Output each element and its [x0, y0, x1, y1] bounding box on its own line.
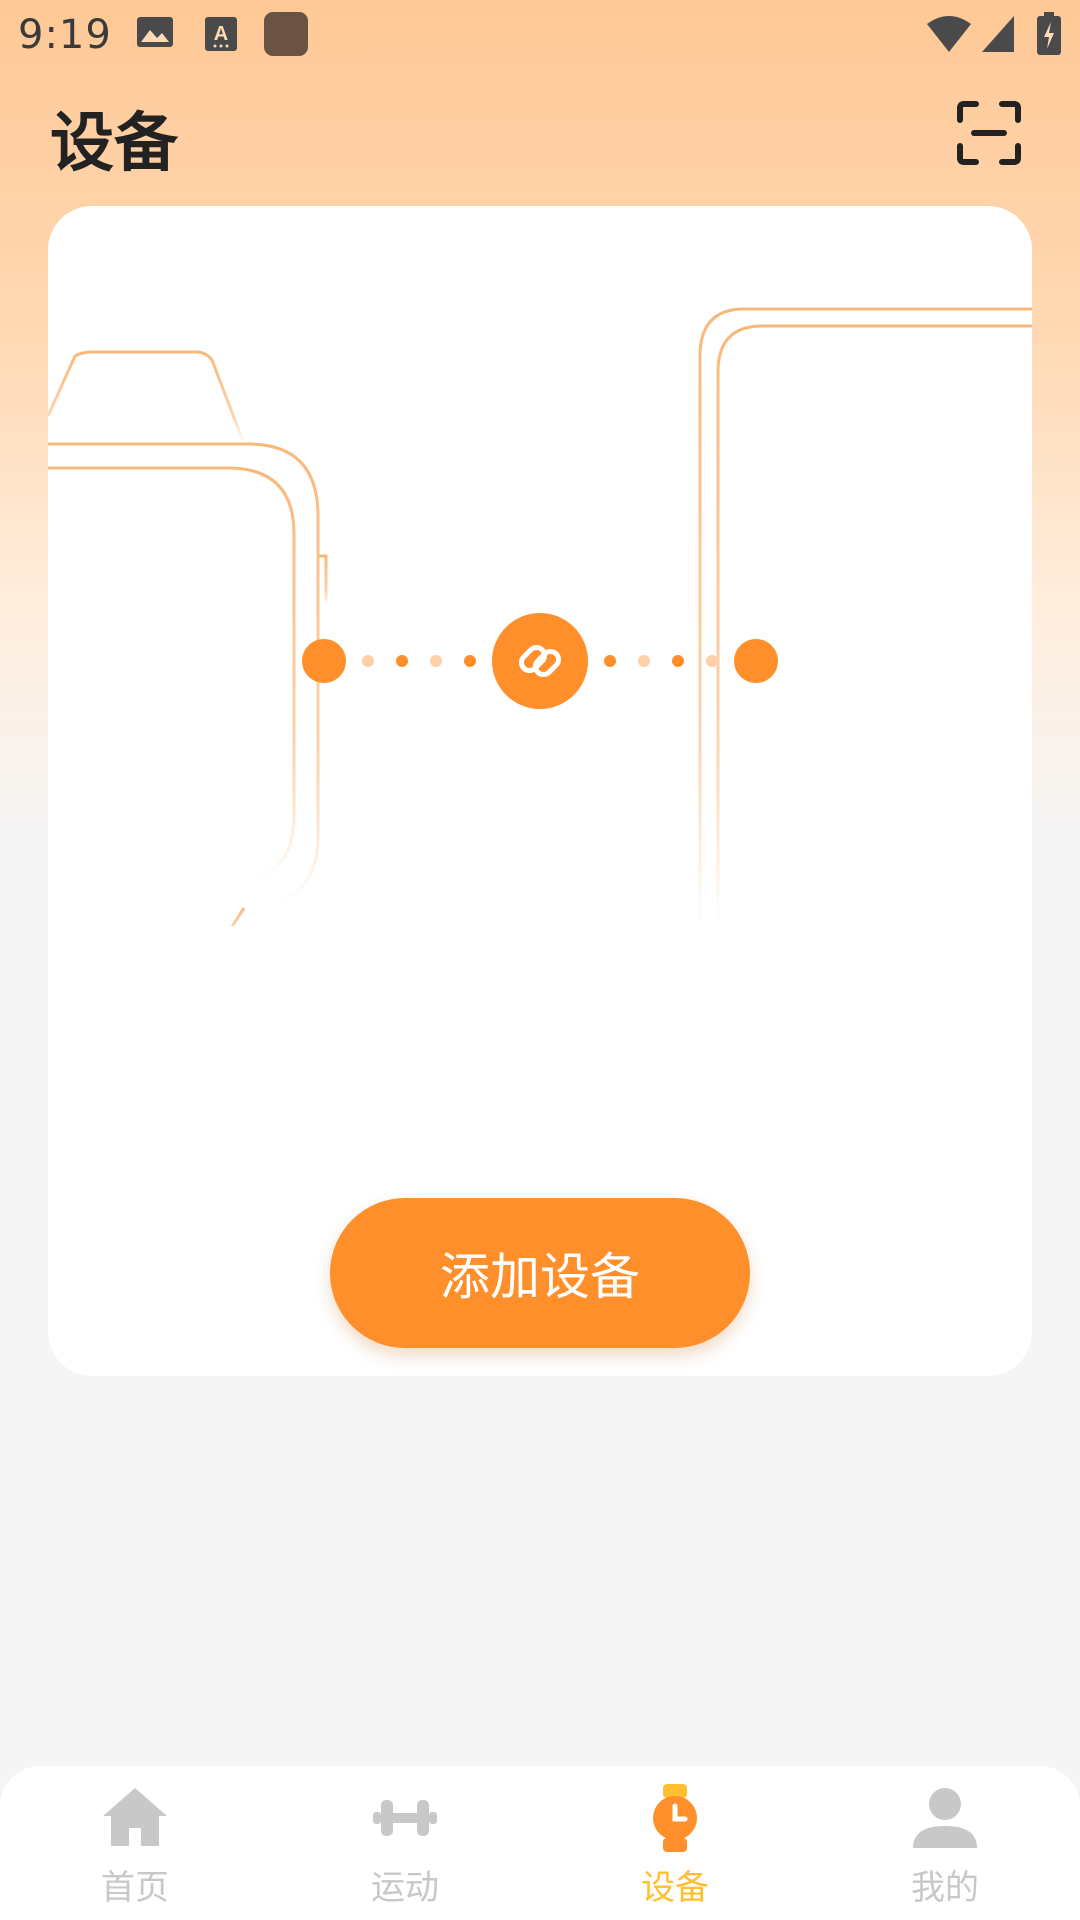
status-bar: 9:19 A — [0, 0, 1080, 70]
add-device-button[interactable]: 添加设备 — [330, 1198, 750, 1348]
wifi-icon — [927, 16, 971, 52]
nav-label-home: 首页 — [101, 1868, 169, 1908]
watch-outline — [48, 350, 328, 926]
bottom-nav: 首页 运动 设备 我的 — [0, 1766, 1080, 1920]
battery-icon — [1037, 12, 1061, 55]
link-icon — [492, 613, 588, 709]
signal-icon — [982, 16, 1014, 52]
page-title: 设备 — [50, 107, 178, 181]
nav-label-mine: 我的 — [911, 1868, 979, 1908]
scan-button[interactable] — [956, 100, 1022, 166]
phone-outline — [698, 307, 1032, 926]
gallery-icon — [137, 17, 173, 47]
watch-icon — [653, 1784, 697, 1852]
scan-icon — [957, 101, 1021, 165]
nav-item-device[interactable]: 设备 — [540, 1766, 810, 1920]
connect-illustration — [48, 307, 1032, 926]
dumbbell-icon — [373, 1800, 437, 1836]
app-icon — [264, 12, 308, 56]
nav-label-device: 设备 — [641, 1868, 709, 1908]
home-icon — [103, 1788, 167, 1846]
person-icon — [913, 1788, 977, 1848]
status-time: 9:19 — [18, 12, 112, 58]
svg-text:A: A — [214, 23, 228, 45]
device-card: 添加设备 — [48, 206, 1032, 1376]
nav-item-home[interactable]: 首页 — [0, 1766, 270, 1920]
a-icon: A — [205, 17, 237, 51]
nav-label-sport: 运动 — [371, 1868, 439, 1908]
nav-item-mine[interactable]: 我的 — [810, 1766, 1080, 1920]
nav-item-sport[interactable]: 运动 — [270, 1766, 540, 1920]
